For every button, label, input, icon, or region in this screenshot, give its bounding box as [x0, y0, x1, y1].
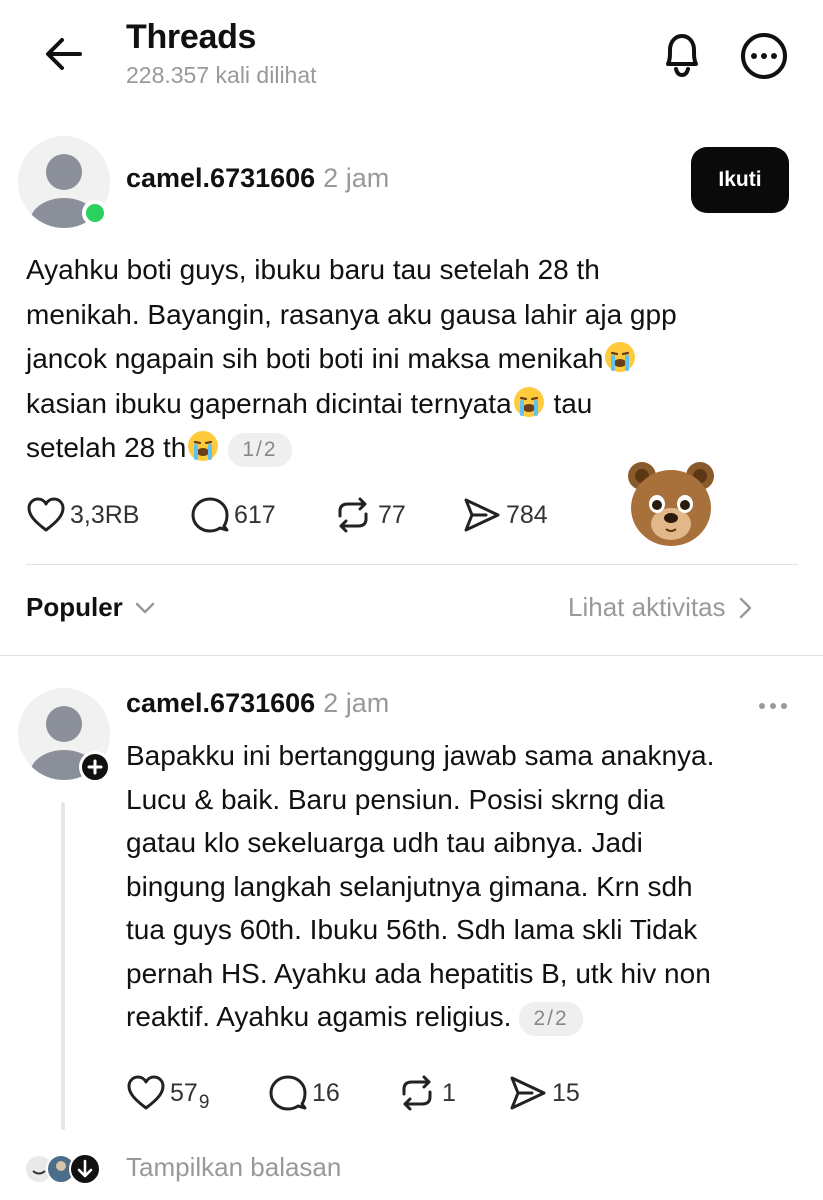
reply-username[interactable]: camel.6731606	[126, 688, 315, 718]
reply-line: tua guys 60th. Ibuku 56th. Sdh lama skli…	[126, 914, 698, 945]
share-count: 784	[506, 500, 548, 529]
follow-button[interactable]: Ikuti	[691, 147, 789, 213]
reply-time: 2 jam	[323, 688, 390, 718]
reply-body: Bapakku ini bertanggung jawab sama anakn…	[126, 734, 806, 1039]
post-time: 2 jam	[323, 163, 390, 193]
post-line: Ayahku boti guys, ibuku baru tau setelah…	[26, 254, 600, 285]
reply-line: gatau klo sekeluarga udh tau aibnya. Jad…	[126, 827, 643, 858]
post-body: Ayahku boti guys, ibuku baru tau setelah…	[26, 248, 786, 471]
show-replies-link[interactable]: Tampilkan balasan	[126, 1152, 341, 1183]
repost-icon	[402, 1075, 432, 1111]
reply-avatars-stack[interactable]	[24, 1152, 101, 1188]
crying-face-emoji	[188, 431, 219, 461]
reply-like-button[interactable]: 57 9	[126, 1074, 210, 1113]
more-circle-icon	[741, 33, 787, 79]
chevron-down-icon	[135, 602, 155, 613]
arrow-down-circle-icon	[69, 1153, 101, 1185]
thread-pager: 1/2	[228, 432, 292, 467]
comment-icon	[269, 1075, 307, 1111]
bear-face-emoji	[628, 462, 714, 546]
arrow-left-icon	[46, 38, 82, 70]
reply-repost-count: 1	[442, 1078, 456, 1107]
send-icon	[510, 1076, 546, 1110]
repost-icon	[338, 497, 368, 533]
reply-line: bingung langkah selanjutnya gimana. Krn …	[126, 870, 693, 902]
sort-label: Populer	[26, 592, 123, 622]
bell-icon	[666, 34, 698, 78]
crying-face-emoji	[513, 386, 544, 417]
reply-repost-button[interactable]: 1	[396, 1074, 456, 1112]
plus-icon	[87, 759, 103, 775]
divider	[26, 564, 798, 565]
comment-count: 617	[234, 500, 276, 529]
view-count: 228.357 kali dilihat	[126, 62, 317, 88]
view-activity-link[interactable]: Lihat aktivitas	[568, 592, 758, 623]
comment-icon	[191, 497, 229, 533]
repost-count: 77	[378, 500, 406, 529]
reply-line: reaktif. Ayahku agamis religius. 2/2	[126, 995, 806, 1039]
post-header: camel.6731606 2 jam	[126, 163, 389, 194]
post-line: kasian ibuku gapernah dicintai ternyata …	[26, 382, 786, 427]
like-count: 3,3RB	[70, 500, 140, 529]
reply-line: Lucu & baik. Baru pensiun. Posisi skrng …	[126, 783, 665, 815]
reply-share-button[interactable]: 15	[508, 1074, 580, 1112]
send-icon	[464, 498, 500, 532]
divider	[0, 655, 823, 656]
post-line: menikah. Bayangin, rasanya aku gausa lah…	[26, 298, 677, 330]
back-button[interactable]	[40, 32, 88, 76]
reply-line: pernah HS. Ayahku ada hepatitis B, utk h…	[126, 957, 711, 989]
repost-button[interactable]: 77	[332, 496, 406, 534]
page-title: Threads	[126, 18, 257, 56]
heart-icon	[27, 497, 65, 532]
thread-pager: 2/2	[519, 1001, 583, 1036]
reply-like-count: 57	[170, 1078, 198, 1107]
more-button[interactable]	[738, 30, 790, 82]
like-button[interactable]: 3,3RB	[26, 496, 139, 534]
comment-button[interactable]: 617	[190, 496, 276, 534]
more-horizontal-icon	[759, 703, 787, 709]
reply-like-subscript: 9	[198, 1092, 210, 1113]
follow-plus-badge[interactable]	[79, 751, 111, 783]
reply-more-button[interactable]	[756, 696, 790, 716]
reply-line: Bapakku ini bertanggung jawab sama anakn…	[126, 740, 715, 771]
crying-face-emoji	[605, 342, 636, 372]
share-button[interactable]: 784	[462, 496, 548, 534]
online-status-dot	[82, 200, 108, 226]
reply-comment-button[interactable]: 16	[268, 1074, 340, 1112]
heart-icon	[127, 1075, 165, 1110]
reply-share-count: 15	[552, 1078, 580, 1107]
username[interactable]: camel.6731606	[126, 163, 315, 193]
notify-button[interactable]	[656, 28, 708, 80]
chevron-right-icon	[739, 597, 751, 618]
post-line: jancok ngapain sih boti boti ini maksa m…	[26, 337, 786, 382]
reply-header: camel.6731606 2 jam	[126, 688, 389, 719]
thread-connector-line	[61, 802, 65, 1130]
activity-label: Lihat aktivitas	[568, 592, 726, 622]
reply-comment-count: 16	[312, 1078, 340, 1107]
sort-dropdown[interactable]: Populer	[26, 592, 159, 623]
